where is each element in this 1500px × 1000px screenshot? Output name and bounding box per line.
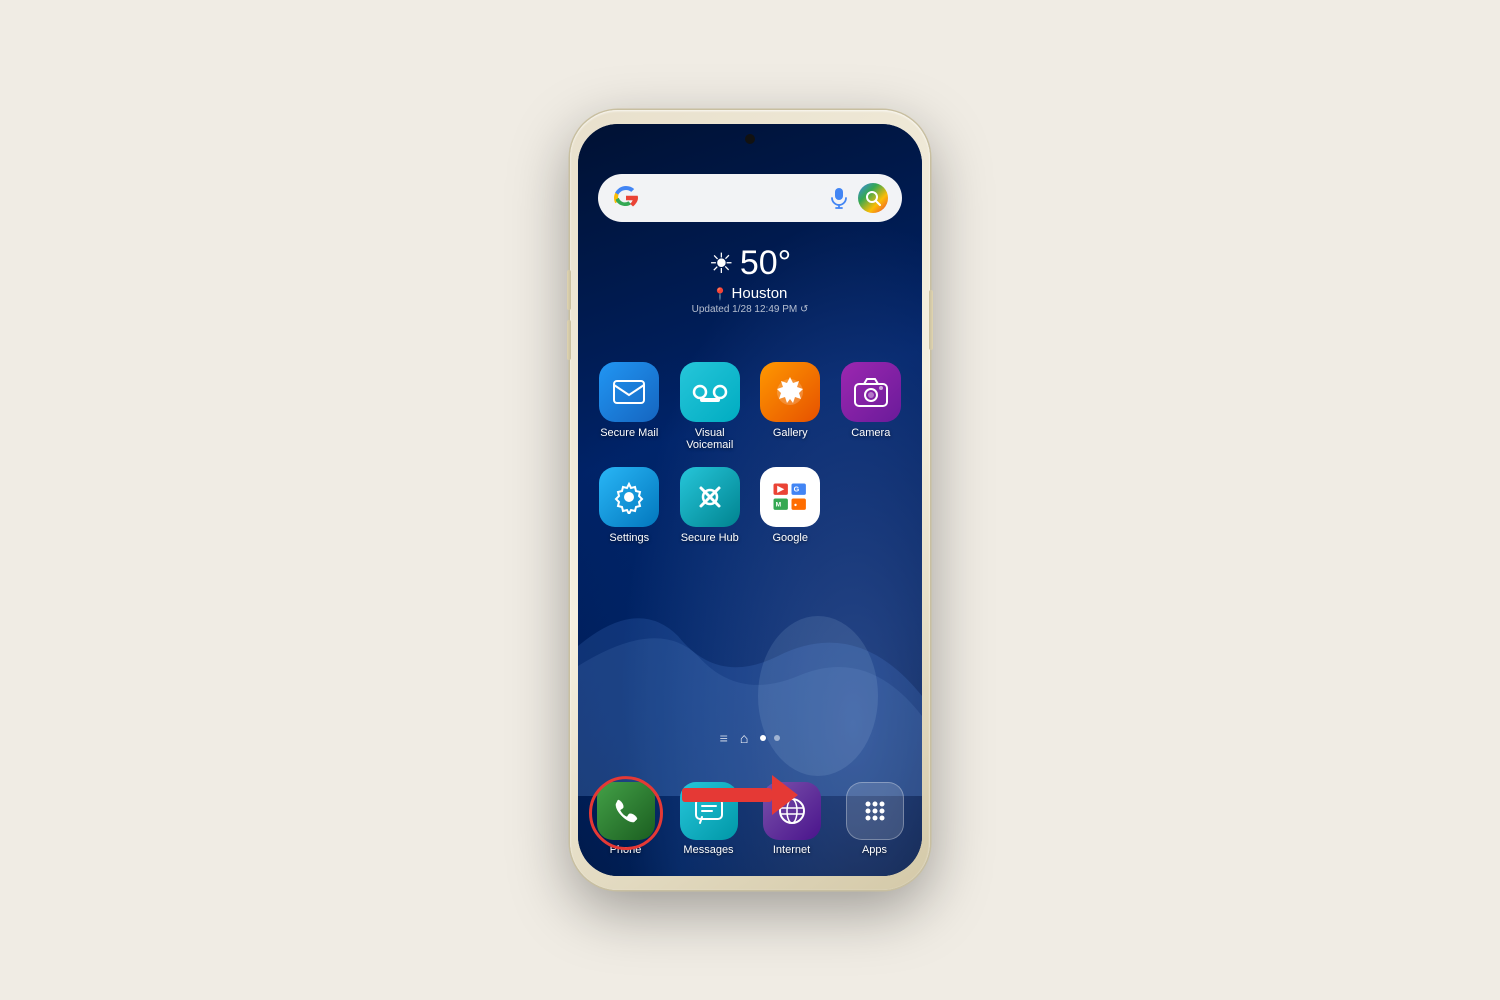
svg-text:M: M: [776, 501, 782, 508]
volume-up-button[interactable]: [567, 270, 571, 310]
secure-mail-icon: [599, 362, 659, 422]
messages-label: Messages: [683, 844, 733, 856]
weather-widget: ☀ 50° 📍 Houston Updated 1/28 12:49 PM ↺: [578, 244, 922, 315]
app-grid-row-2: Settings Secure Hub: [594, 467, 906, 545]
google-search-bar[interactable]: [598, 174, 902, 222]
visual-voicemail-icon: [680, 362, 740, 422]
camera-label: Camera: [851, 427, 890, 440]
dock-item-apps[interactable]: Apps: [837, 782, 912, 856]
app-grid-row-1: Secure Mail VisualVoicemail: [594, 362, 906, 451]
settings-icon: [599, 467, 659, 527]
page-dot-1: [760, 735, 766, 741]
dock-item-phone[interactable]: Phone: [588, 782, 663, 856]
annotation-arrow: [682, 775, 798, 815]
volume-down-button[interactable]: [567, 320, 571, 360]
apps-icon: [846, 782, 904, 840]
secure-hub-label: Secure Hub: [681, 532, 739, 545]
weather-temperature: ☀ 50°: [709, 244, 792, 283]
settings-label: Settings: [609, 532, 649, 545]
power-button[interactable]: [929, 290, 933, 350]
weather-updated: Updated 1/28 12:49 PM ↺: [692, 304, 809, 315]
status-bar: [578, 124, 922, 160]
menu-indicator: ≡: [720, 730, 728, 746]
camera-dot: [745, 134, 755, 144]
camera-icon: [841, 362, 901, 422]
google-logo: [612, 184, 640, 212]
weather-sun-icon: ☀: [709, 247, 734, 280]
svg-text:▶: ▶: [777, 484, 785, 494]
phone-icon: [597, 782, 655, 840]
page-indicators: ≡ ⌂: [578, 730, 922, 746]
app-visual-voicemail[interactable]: VisualVoicemail: [675, 362, 746, 451]
apps-label: Apps: [862, 844, 887, 856]
page-dot-2: [774, 735, 780, 741]
app-secure-hub[interactable]: Secure Hub: [675, 467, 746, 545]
app-camera[interactable]: Camera: [836, 362, 907, 451]
app-secure-mail[interactable]: Secure Mail: [594, 362, 665, 451]
gallery-label: Gallery: [773, 427, 808, 440]
google-label: Google: [773, 532, 808, 545]
secure-hub-icon: [680, 467, 740, 527]
app-grid: Secure Mail VisualVoicemail: [594, 362, 906, 545]
app-gallery[interactable]: Gallery: [755, 362, 826, 451]
google-lens-icon[interactable]: [858, 183, 888, 213]
page-wrapper: ☀ 50° 📍 Houston Updated 1/28 12:49 PM ↺: [0, 0, 1500, 1000]
mic-icon[interactable]: [828, 187, 850, 209]
internet-label: Internet: [773, 844, 810, 856]
gallery-icon: [760, 362, 820, 422]
home-indicator: ⌂: [740, 730, 748, 746]
phone-label: Phone: [610, 844, 642, 856]
svg-text:G: G: [794, 485, 800, 494]
phone-screen: ☀ 50° 📍 Houston Updated 1/28 12:49 PM ↺: [578, 124, 922, 876]
arrow-head: [772, 775, 798, 815]
arrow-shaft: [682, 788, 772, 802]
app-settings[interactable]: Settings: [594, 467, 665, 545]
visual-voicemail-label: VisualVoicemail: [686, 427, 733, 451]
svg-text:●: ●: [794, 502, 797, 508]
phone-device: ☀ 50° 📍 Houston Updated 1/28 12:49 PM ↺: [570, 110, 930, 890]
secure-mail-label: Secure Mail: [600, 427, 658, 440]
app-google[interactable]: ▶ G M ● Google: [755, 467, 826, 545]
weather-location: 📍 Houston: [713, 285, 788, 302]
google-icon: ▶ G M ●: [760, 467, 820, 527]
